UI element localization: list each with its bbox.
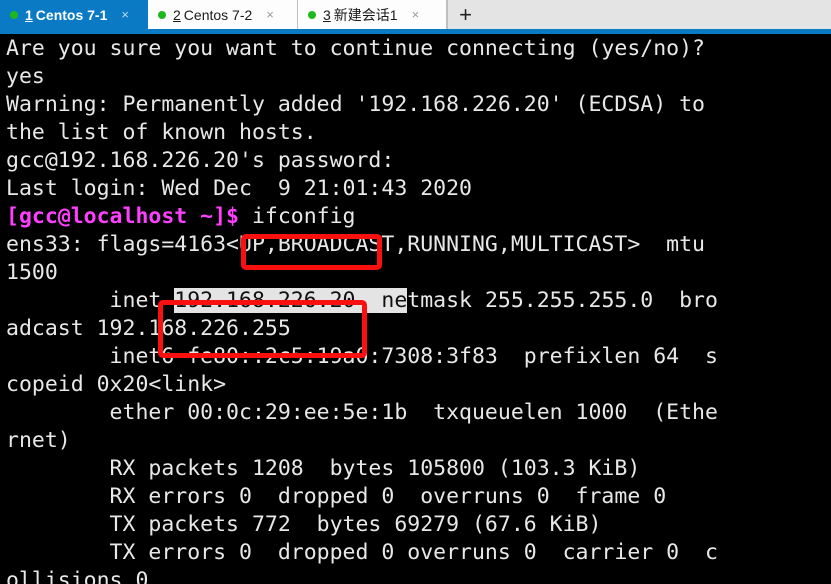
terminal-line: copeid 0x20<link> (6, 372, 227, 397)
close-icon[interactable]: × (121, 8, 129, 21)
terminal-line: inet 192.168.226.20 netmask 255.255.255.… (6, 287, 831, 315)
tab-bar: 1 Centos 7-1 × 2 Centos 7-2 × 3 新建会话1 × … (0, 0, 831, 29)
terminal-line: gcc@192.168.226.20's password: (6, 148, 395, 173)
terminal-line: Are you sure you want to continue connec… (6, 36, 705, 61)
terminal-line: [gcc@localhost ~]$ ifconfig (6, 203, 831, 231)
tab-centos-7-1[interactable]: 1 Centos 7-1 × (0, 0, 148, 29)
terminal-line: yes (6, 64, 45, 89)
selected-text: 192.168.226.20 ne (174, 288, 408, 313)
terminal-output-pane[interactable]: Are you sure you want to continue connec… (0, 34, 831, 584)
new-tab-button[interactable]: + (447, 0, 483, 29)
tab-number: 2 (173, 6, 181, 23)
terminal-line: TX packets 772 bytes 69279 (67.6 KiB) (6, 512, 602, 537)
terminal-line: TX errors 0 dropped 0 overruns 0 carrier… (6, 540, 718, 565)
terminal-screen: Are you sure you want to continue connec… (6, 35, 831, 584)
connection-status-dot-icon (10, 10, 18, 19)
tab-number: 1 (25, 6, 33, 23)
terminal-line: rnet) (6, 428, 71, 453)
terminal-line: inet6 fe80::2c5:19a0:7308:3f83 prefixlen… (6, 344, 718, 369)
tab-label: 新建会话1 (333, 6, 398, 23)
terminal-line: Last login: Wed Dec 9 21:01:43 2020 (6, 176, 472, 201)
close-icon[interactable]: × (266, 8, 274, 21)
connection-status-dot-icon (308, 10, 316, 19)
terminal-line: RX errors 0 dropped 0 overruns 0 frame 0 (6, 484, 667, 509)
tab-label: Centos 7-1 (35, 6, 108, 23)
terminal-line: adcast 192.168.226.255 (6, 316, 291, 341)
terminal-line: ens33: flags=4163<UP,BROADCAST,RUNNING,M… (6, 232, 705, 257)
tab-label: Centos 7-2 (183, 6, 253, 23)
tab-new-session-1[interactable]: 3 新建会话1 × (298, 0, 447, 29)
terminal-line: 1500 (6, 260, 58, 285)
terminal-line: Warning: Permanently added '192.168.226.… (6, 92, 705, 117)
terminal-line: the list of known hosts. (6, 120, 317, 145)
terminal-text: inet (6, 288, 175, 313)
shell-prompt: [gcc@localhost ~]$ (6, 204, 239, 229)
terminal-window: 1 Centos 7-1 × 2 Centos 7-2 × 3 新建会话1 × … (0, 0, 831, 584)
terminal-line: ether 00:0c:29:ee:5e:1b txqueuelen 1000 … (6, 400, 718, 425)
terminal-line: ollisions 0 (6, 568, 149, 584)
tab-centos-7-2[interactable]: 2 Centos 7-2 × (148, 0, 298, 29)
tab-number: 3 (323, 6, 331, 23)
tab-bar-empty-area (483, 0, 831, 29)
close-icon[interactable]: × (412, 8, 420, 21)
terminal-line: RX packets 1208 bytes 105800 (103.3 KiB) (6, 456, 641, 481)
terminal-text: tmask 255.255.255.0 bro (407, 288, 718, 313)
shell-command: ifconfig (239, 204, 356, 229)
connection-status-dot-icon (158, 10, 166, 19)
